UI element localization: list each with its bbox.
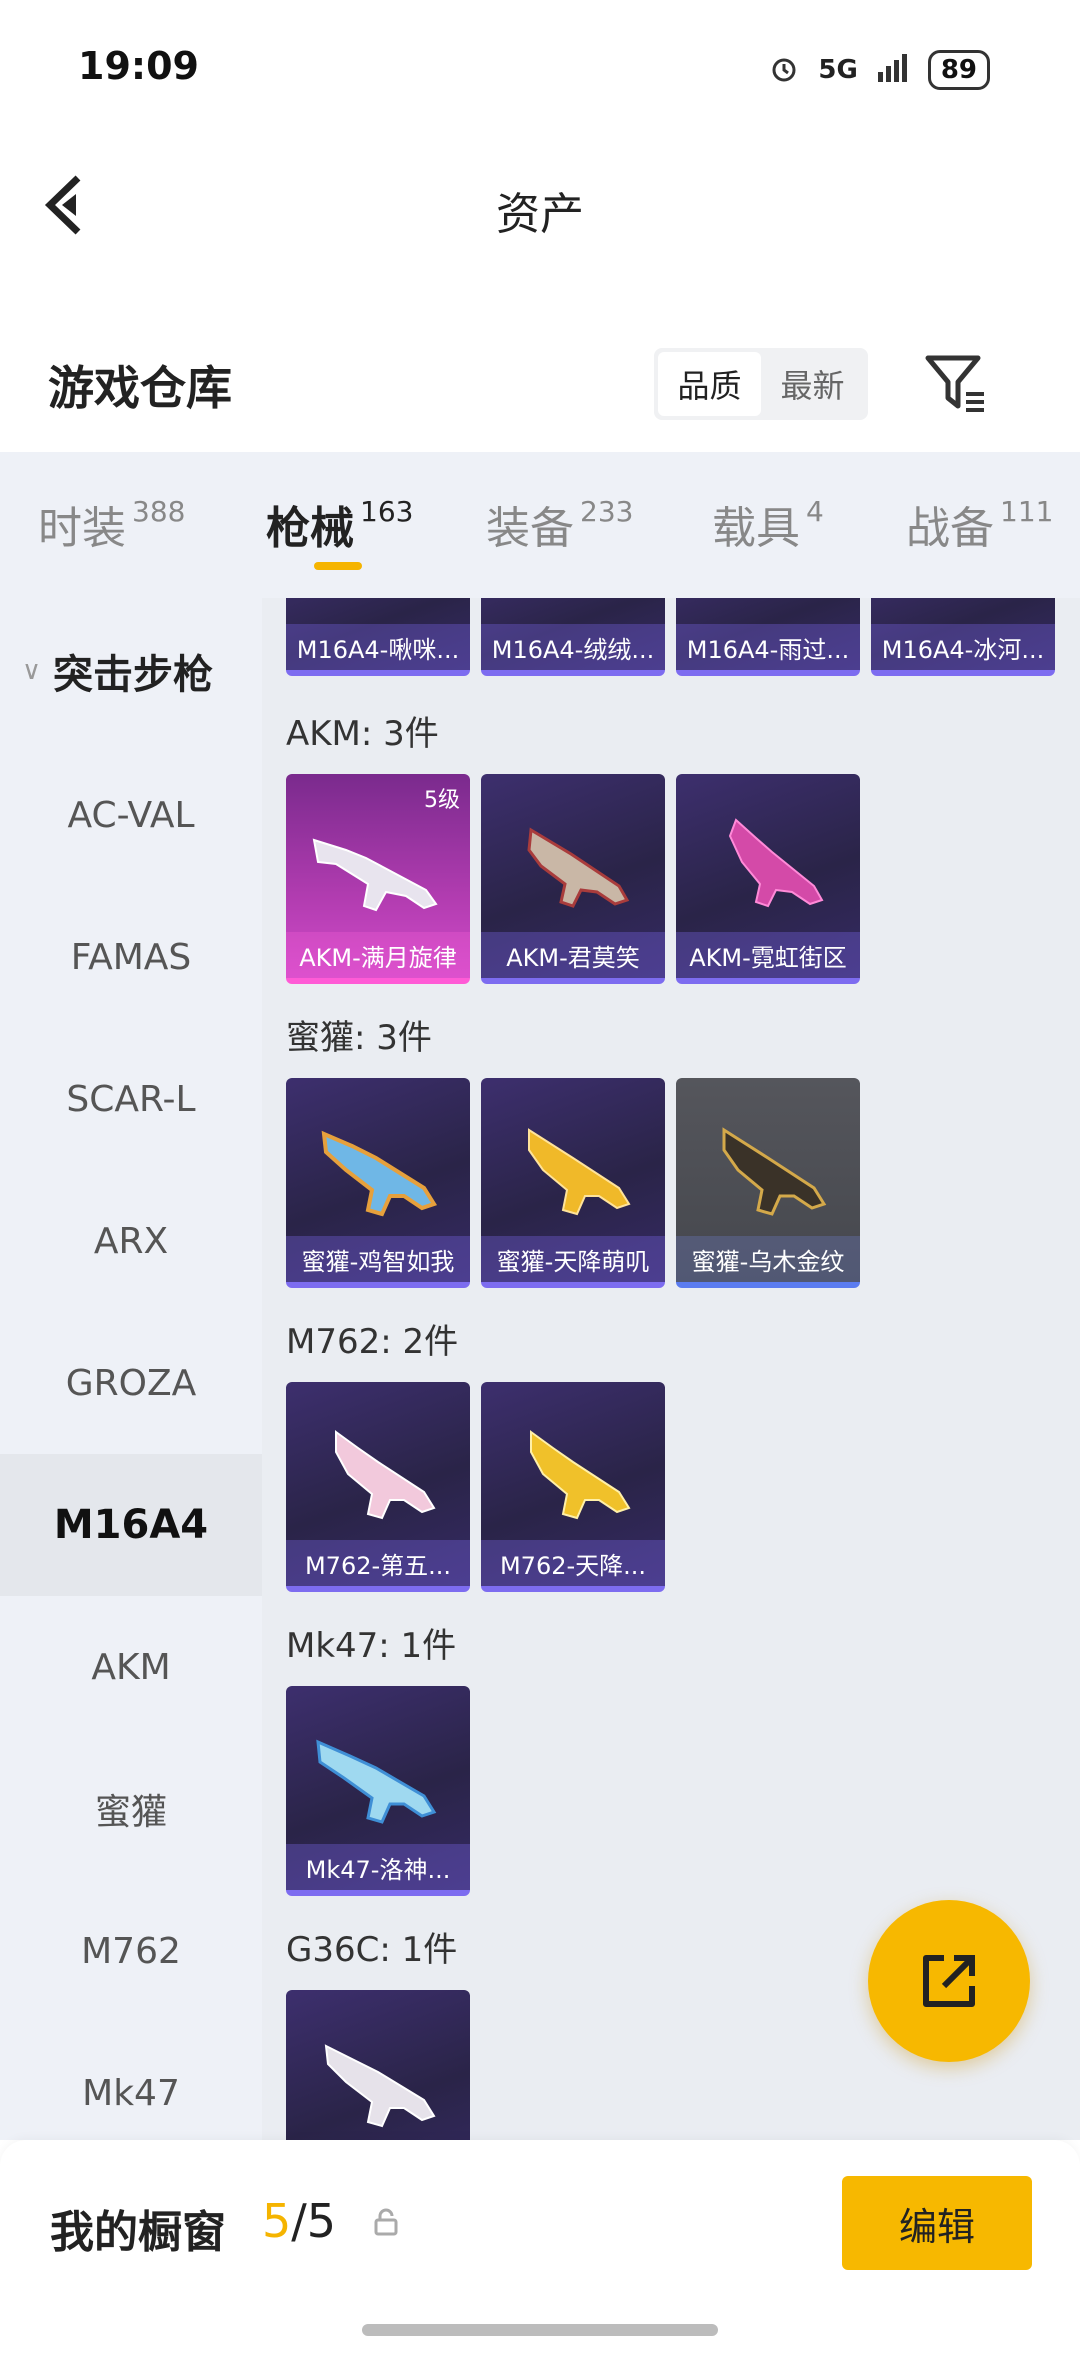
chevron-down-icon: ∨ [22,656,42,686]
rifle-icon [530,1430,631,1520]
weapon-card-label: M16A4-绒绒... [481,624,665,670]
weapon-card-label: AKM-满月旋律 [286,932,470,978]
warehouse-title: 游戏仓库 [48,361,232,415]
lock-icon [374,2208,398,2236]
tab-label: 时装 [38,503,126,554]
tab-fashion[interactable]: 时装 388 [38,492,185,556]
weapon-card[interactable]: Mk47-洛神... [286,1686,470,1896]
group-title-honey-badger: 蜜獾: 3件 [286,1018,432,1058]
weapon-card-label: 蜜獾-乌木金纹 [676,1236,860,1282]
sidebar-item-mk47[interactable]: Mk47 [0,2022,262,2140]
battery-indicator: 89 [927,50,990,90]
category-tabs: 时装 388 枪械 163 装备 233 载具 4 战备 111 [0,452,1080,598]
group-title-g36c: G36C: 1件 [286,1930,458,1970]
weapon-card-label: M16A4-冰河... [871,624,1055,670]
tab-count: 111 [1000,495,1054,528]
rifle-icon [335,1430,436,1520]
sidebar-item-honey-badger[interactable]: 蜜獾 [0,1738,262,1880]
edit-button[interactable]: 编辑 [842,2176,1032,2270]
showcase-bar: 我的橱窗 5/5 编辑 [0,2140,1080,2354]
sidebar-item-akm[interactable]: AKM [0,1596,262,1738]
sort-toggle: 品质 最新 [654,348,868,420]
weapon-card-label: M762-天降... [481,1540,665,1586]
tab-count: 4 [806,495,824,528]
weapon-card-label: 蜜獾-鸡智如我 [286,1236,470,1282]
weapon-card[interactable]: M16A4-啾咪... [286,598,470,676]
signal-bars-icon [876,52,910,88]
weapon-card-label: 蜜獾-天降萌叽 [481,1236,665,1282]
weapon-sidebar: ∨ 突击步枪 AC-VAL FAMAS SCAR-L ARX GROZA M16… [0,598,262,2140]
weapon-card-label: AKM-霓虹街区 [676,932,860,978]
weapon-card[interactable]: M16A4-冰河... [871,598,1055,676]
tab-count: 163 [360,495,414,528]
weapon-card[interactable]: 蜜獾-天降萌叽 [481,1078,665,1288]
group-title-akm: AKM: 3件 [286,714,439,754]
group-title-mk47: Mk47: 1件 [286,1626,457,1666]
weapon-card[interactable]: M762-天降... [481,1382,665,1592]
rifle-icon [324,2044,436,2128]
sidebar-item-m16a4[interactable]: M16A4 [0,1454,262,1596]
home-indicator[interactable] [362,2324,718,2336]
tab-label: 战备 [906,503,994,554]
showcase-total: /5 [291,2194,337,2248]
showcase-label: 我的橱窗 [50,2207,226,2258]
tab-equipment[interactable]: 装备 233 [486,492,633,556]
weapon-card[interactable]: M16A4-雨过... [676,598,860,676]
weapon-card-label: AKM-君莫笑 [481,932,665,978]
sort-newest-button[interactable]: 最新 [761,352,864,416]
status-bar: 19:09 5G 89 [0,0,1080,140]
filter-button[interactable] [920,348,992,420]
weapon-card-label: M762-第五... [286,1540,470,1586]
rifle-icon [316,1739,437,1824]
weapon-card-label: Mk47-洛神... [286,1844,470,1890]
weapon-card[interactable]: M762-第五... [286,1382,470,1592]
weapon-card[interactable] [286,1990,470,2140]
tab-weapons[interactable]: 枪械 163 [266,492,413,556]
warehouse-header: 游戏仓库 品质 最新 [0,330,1080,450]
active-tab-indicator [314,562,362,570]
weapon-card[interactable]: M16A4-绒绒... [481,598,665,676]
weapon-card[interactable]: AKM-霓虹街区 [676,774,860,984]
sort-quality-button[interactable]: 品质 [658,352,761,416]
rifle-icon [528,1128,631,1216]
weapon-card[interactable]: 5级 AKM-满月旋律 [286,774,470,984]
rifle-icon [722,1127,827,1216]
app-header: 资产 [0,140,1080,270]
weapon-card-label: M16A4-啾咪... [286,624,470,670]
filter-icon [925,355,984,412]
tab-label: 载具 [712,503,800,554]
sidebar-item-groza[interactable]: GROZA [0,1312,262,1454]
sidebar-category-label: 突击步枪 [53,652,214,698]
rifle-icon [527,827,630,908]
tab-label: 枪械 [266,503,354,554]
signal-indicator: 5G [818,55,858,85]
page-title: 资产 [496,189,584,240]
tab-vehicles[interactable]: 载具 4 [712,492,824,556]
weapon-card[interactable]: AKM-君莫笑 [481,774,665,984]
weapon-card[interactable]: 蜜獾-乌木金纹 [676,1078,860,1288]
rifle-icon [728,818,824,908]
alarm-icon [768,52,800,88]
weapon-card[interactable]: 蜜獾-鸡智如我 [286,1078,470,1288]
share-fab-button[interactable] [868,1900,1030,2062]
sidebar-item-m762[interactable]: M762 [0,1880,262,2022]
sidebar-item-famas[interactable]: FAMAS [0,886,262,1028]
tab-count: 233 [580,495,634,528]
tab-label: 装备 [486,503,574,554]
status-time: 19:09 [78,44,199,88]
share-icon [923,1955,975,2007]
status-icons: 5G 89 [768,50,990,90]
tab-count: 388 [132,495,186,528]
rifle-icon [312,838,438,912]
showcase-current: 5 [262,2194,292,2248]
weapon-card-label: M16A4-雨过... [676,624,860,670]
sidebar-item-ac-val[interactable]: AC-VAL [0,744,262,886]
sidebar-category[interactable]: ∨ 突击步枪 [22,642,213,700]
showcase-count: 5/5 [262,2194,336,2248]
rifle-icon [321,1130,438,1217]
tab-supplies[interactable]: 战备 111 [906,492,1053,556]
group-title-m762: M762: 2件 [286,1322,459,1362]
sidebar-item-scar-l[interactable]: SCAR-L [0,1028,262,1170]
sidebar-item-arx[interactable]: ARX [0,1170,262,1312]
